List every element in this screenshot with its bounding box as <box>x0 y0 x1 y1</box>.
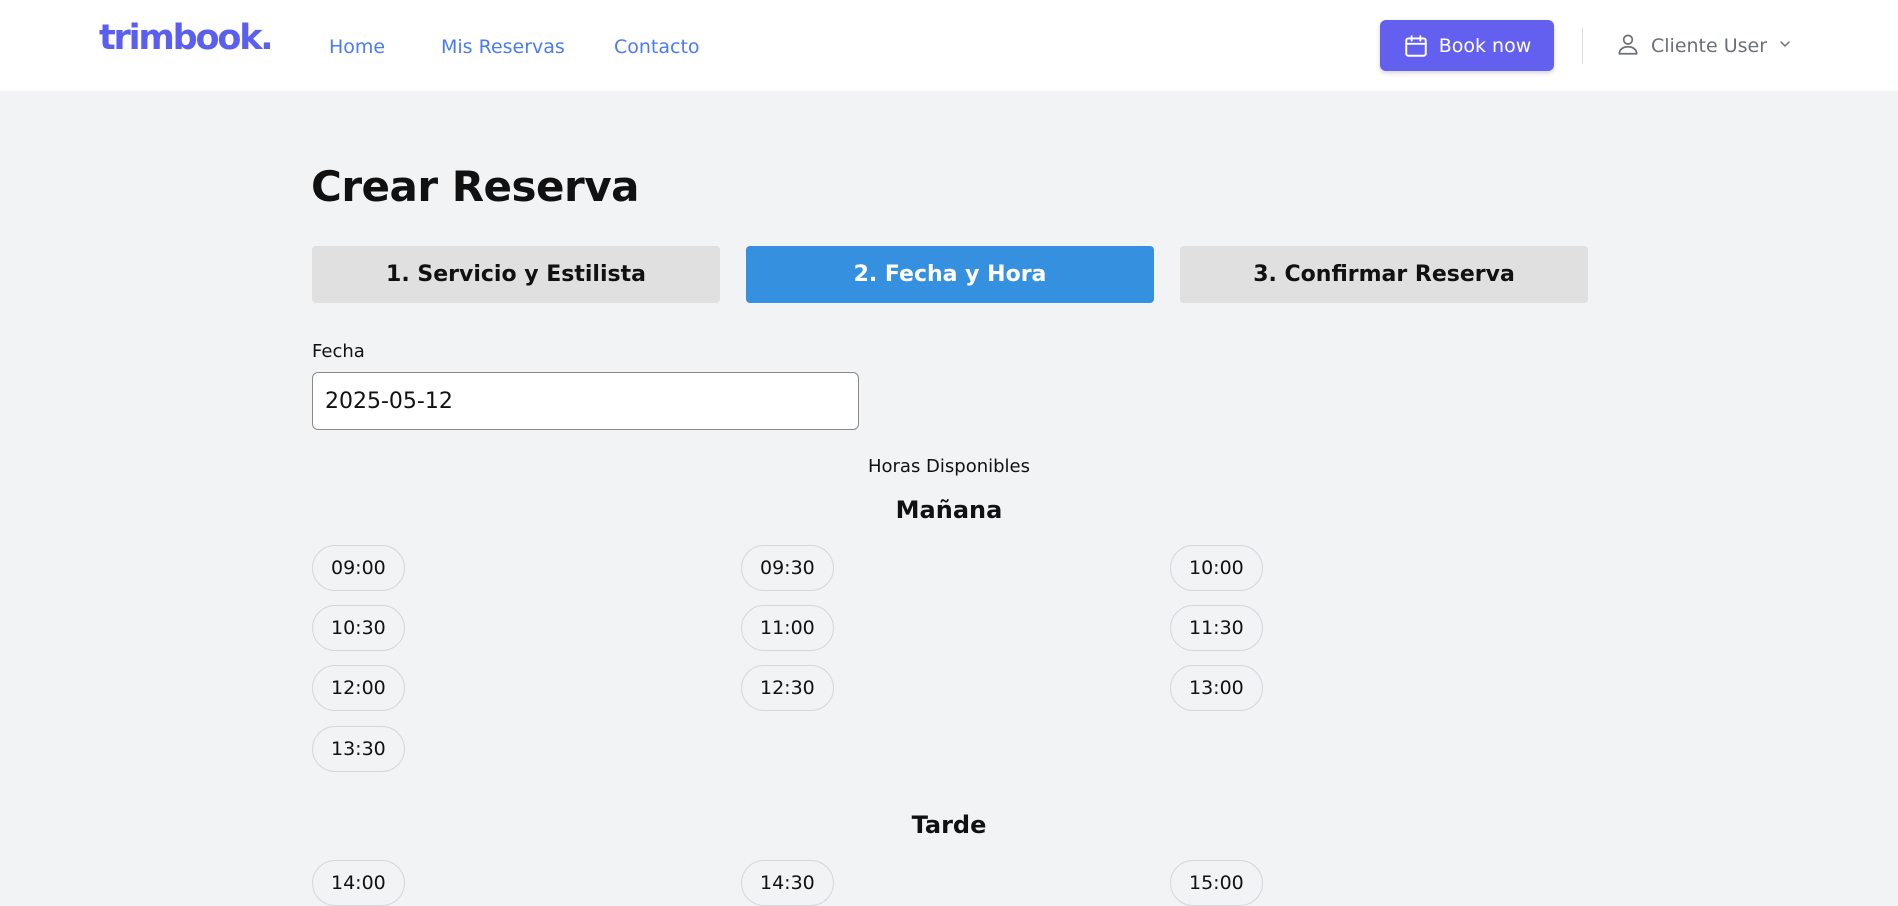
nav-contacto-link[interactable]: Contacto <box>614 36 700 58</box>
morning-section-title: Mañana <box>895 496 1003 524</box>
step-confirmar-reserva[interactable]: 3. Confirmar Reserva <box>1180 246 1588 303</box>
top-navbar: trimbook. Home Mis Reservas Contacto Boo… <box>0 0 1898 91</box>
date-input[interactable] <box>312 372 859 430</box>
time-slot-1100[interactable]: 11:00 <box>741 605 834 651</box>
time-slot-1200[interactable]: 12:00 <box>312 665 405 711</box>
time-slot-1300[interactable]: 13:00 <box>1170 665 1263 711</box>
step-servicio-estilista[interactable]: 1. Servicio y Estilista <box>312 246 720 303</box>
available-hours-title: Horas Disponibles <box>867 456 1031 477</box>
trimbook-logo[interactable]: trimbook. <box>99 18 274 58</box>
calendar-icon <box>1403 33 1429 59</box>
user-name: Cliente User <box>1651 35 1768 57</box>
time-slot-1330[interactable]: 13:30 <box>312 726 405 772</box>
user-menu[interactable]: Cliente User <box>1615 28 1793 64</box>
header-divider <box>1582 28 1583 64</box>
step-fecha-hora[interactable]: 2. Fecha y Hora <box>746 246 1154 303</box>
time-slot-1500[interactable]: 15:00 <box>1170 860 1263 906</box>
time-slot-1000[interactable]: 10:00 <box>1170 545 1263 591</box>
nav-mis-reservas-link[interactable]: Mis Reservas <box>441 36 565 58</box>
book-now-button[interactable]: Book now <box>1380 20 1554 71</box>
page-title: Crear Reserva <box>311 162 639 211</box>
time-slot-1030[interactable]: 10:30 <box>312 605 405 651</box>
time-slot-0900[interactable]: 09:00 <box>312 545 405 591</box>
user-icon <box>1615 31 1641 62</box>
date-label: Fecha <box>312 341 365 362</box>
time-slot-1430[interactable]: 14:30 <box>741 860 834 906</box>
book-now-label: Book now <box>1438 34 1532 57</box>
time-slot-1400[interactable]: 14:00 <box>312 860 405 906</box>
chevron-down-icon <box>1777 35 1793 57</box>
time-slot-1130[interactable]: 11:30 <box>1170 605 1263 651</box>
time-slot-1230[interactable]: 12:30 <box>741 665 834 711</box>
nav-home-link[interactable]: Home <box>329 36 385 58</box>
time-slot-0930[interactable]: 09:30 <box>741 545 834 591</box>
afternoon-section-title: Tarde <box>911 811 987 839</box>
